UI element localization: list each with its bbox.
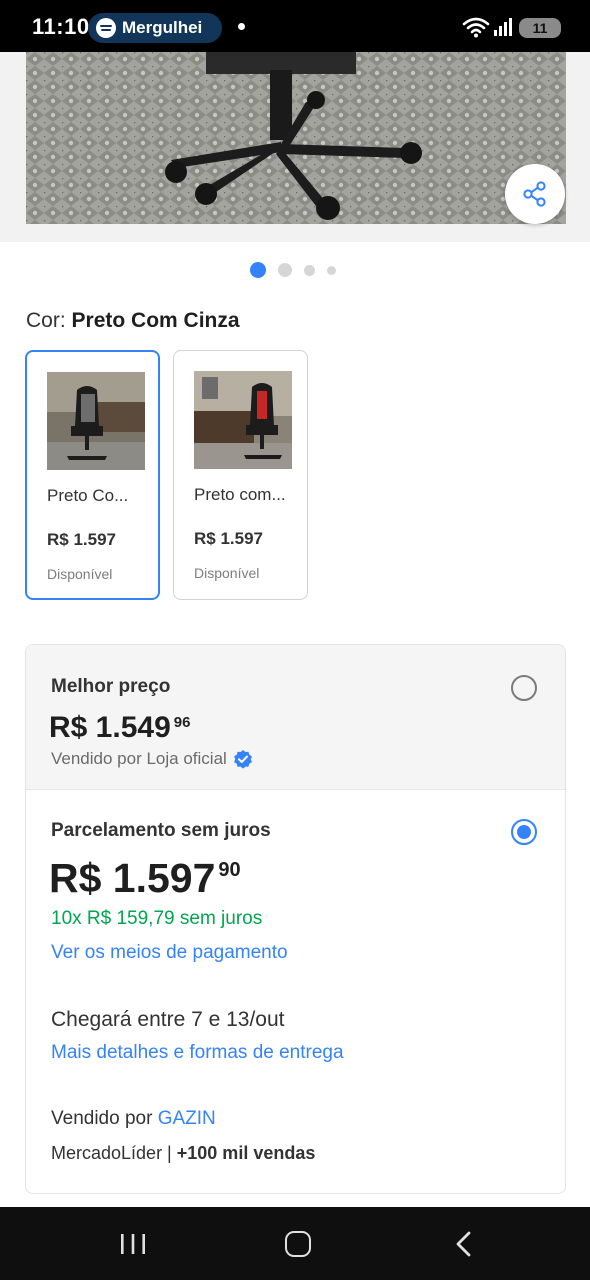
status-time: 11:10 <box>32 14 90 39</box>
best-price-seller: Vendido por Loja oficial <box>51 749 253 769</box>
variant-price: R$ 1.597 <box>194 529 263 548</box>
best-price-amount: R$ 1.549 96 <box>49 711 190 745</box>
status-bar: 11:10 Mergulhei 11 <box>0 0 590 52</box>
share-icon <box>523 181 546 207</box>
media-notification-pill[interactable]: Mergulhei <box>88 13 222 43</box>
spotify-icon <box>96 18 116 38</box>
wifi-icon <box>462 17 490 38</box>
color-label-prefix: Cor: <box>26 309 66 332</box>
navigation-bar <box>0 1207 590 1280</box>
color-variant-card[interactable]: Preto Co... R$ 1.597 Disponível <box>25 350 160 600</box>
variant-name: Preto Co... <box>47 486 129 505</box>
best-price-cents: 96 <box>173 714 191 731</box>
seller-prefix: Vendido por <box>51 1108 153 1129</box>
price-options-box: Melhor preço R$ 1.549 96 Vendido por Loj… <box>25 644 566 1194</box>
seller-badge: MercadoLíder | <box>51 1143 172 1163</box>
delivery-details-link[interactable]: Mais detalhes e formas de entrega <box>51 1042 344 1064</box>
home-icon[interactable] <box>285 1231 311 1257</box>
color-label: Cor: Preto Com Cinza <box>26 309 240 333</box>
pagination-dot[interactable] <box>304 264 315 276</box>
signal-icon <box>494 18 512 36</box>
notification-dot-icon <box>238 23 245 30</box>
recent-apps-icon[interactable] <box>119 1232 147 1256</box>
variant-thumbnail <box>194 371 292 469</box>
seller-sales: +100 mil vendas <box>176 1143 316 1163</box>
variant-thumbnail <box>47 372 145 470</box>
color-selected-value: Preto Com Cinza <box>71 309 240 332</box>
payment-methods-link[interactable]: Ver os meios de pagamento <box>51 942 288 964</box>
best-price-main: R$ 1.549 <box>49 711 171 744</box>
installments-title: Parcelamento sem juros <box>51 820 271 841</box>
variant-status: Disponível <box>47 566 113 582</box>
image-pagination <box>250 262 348 278</box>
seller-name-link[interactable]: GAZIN <box>158 1108 216 1129</box>
variant-price: R$ 1.597 <box>47 530 116 549</box>
product-image <box>26 52 566 224</box>
variant-name: Preto com... <box>194 485 286 504</box>
pagination-dot[interactable] <box>327 265 336 275</box>
best-price-title: Melhor preço <box>51 676 171 697</box>
pagination-dot-active[interactable] <box>250 262 266 278</box>
pagination-dot[interactable] <box>278 263 292 277</box>
installments-price: R$ 1.597 90 <box>49 855 241 902</box>
media-title: Mergulhei <box>122 18 203 37</box>
share-button[interactable] <box>505 164 565 224</box>
verified-badge-icon <box>233 750 252 769</box>
installments-price-cents: 90 <box>218 859 241 881</box>
seller-info: Vendido por GAZIN <box>51 1108 216 1130</box>
best-price-option[interactable]: Melhor preço R$ 1.549 96 Vendido por Loj… <box>26 645 565 790</box>
installments-price-main: R$ 1.597 <box>49 855 216 901</box>
installments-text: 10x R$ 159,79 sem juros <box>51 908 263 929</box>
seller-reputation: MercadoLíder | +100 mil vendas <box>51 1143 315 1164</box>
color-variant-card[interactable]: Preto com... R$ 1.597 Disponível <box>173 350 308 600</box>
delivery-estimate: Chegará entre 7 e 13/out <box>51 1008 285 1031</box>
product-image-carousel[interactable] <box>0 52 590 242</box>
back-icon[interactable] <box>452 1231 476 1257</box>
battery-indicator: 11 <box>519 18 561 38</box>
variant-status: Disponível <box>194 565 260 581</box>
best-price-seller-text: Vendido por Loja oficial <box>51 749 227 768</box>
installments-radio[interactable] <box>511 819 537 845</box>
best-price-radio[interactable] <box>511 675 537 701</box>
